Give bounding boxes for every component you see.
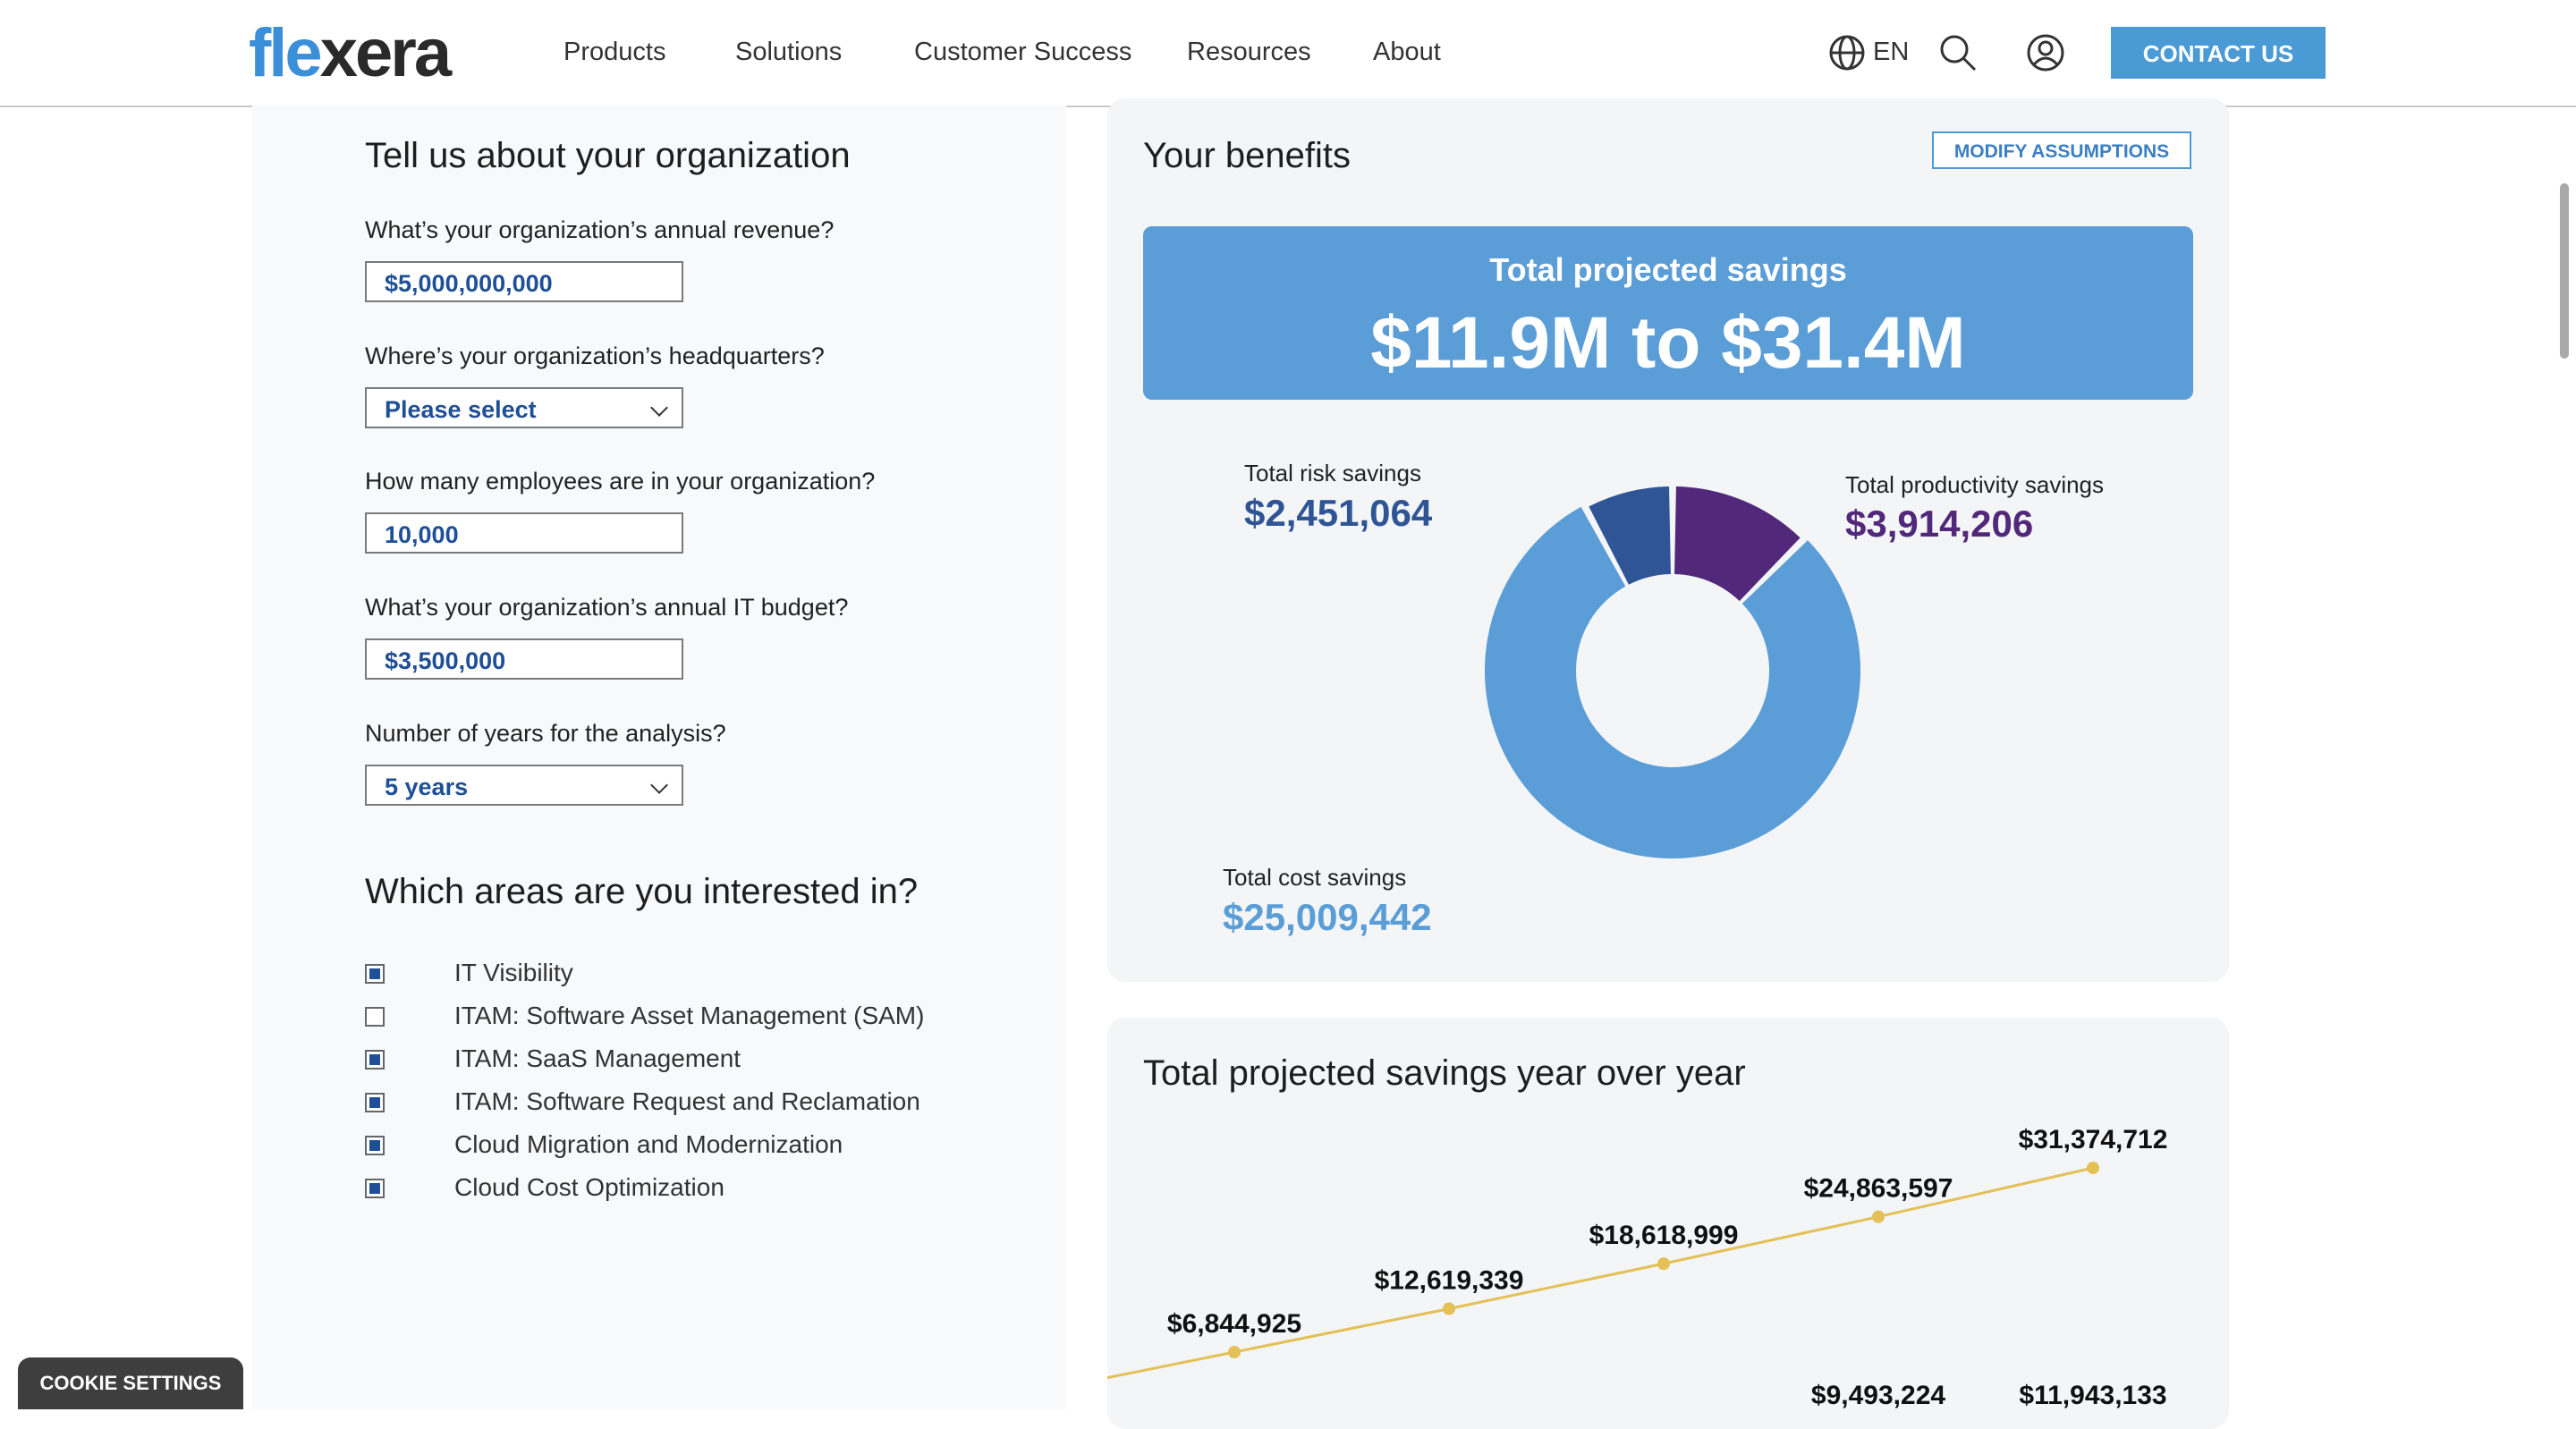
cost-slice: [1485, 506, 1860, 859]
savings-data-label: $24,863,597: [1804, 1174, 1953, 1204]
revenue-input[interactable]: $5,000,000,000: [365, 261, 683, 302]
cost-savings-label: Total cost savings: [1223, 864, 1407, 891]
area-checkbox[interactable]: [365, 1050, 385, 1070]
banner-label: Total projected savings: [1489, 251, 1847, 288]
language-label[interactable]: EN: [1873, 38, 1909, 67]
employees-question: How many employees are in your organizat…: [365, 468, 876, 495]
hq-question: Where’s your organization’s headquarters…: [365, 342, 825, 369]
site-header: flexera Products Solutions Customer Succ…: [0, 0, 2576, 107]
yoy-line-chart: $6,844,925 $12,619,339 $18,618,999 $24,863,…: [1107, 1125, 2168, 1409]
nav-products[interactable]: Products: [564, 38, 665, 67]
savings-data-label: $6,844,925: [1167, 1309, 1301, 1339]
nav-solutions[interactable]: Solutions: [735, 38, 842, 67]
area-label: ITAM: Software Request and Reclamation: [454, 1087, 920, 1115]
area-checkbox[interactable]: [365, 964, 385, 984]
lower-series-data-label: $9,493,224: [1811, 1381, 1945, 1409]
search-icon[interactable]: [1937, 32, 1979, 73]
nav-about[interactable]: About: [1373, 38, 1441, 67]
form-title: Tell us about your organization: [365, 136, 851, 175]
area-label: ITAM: SaaS Management: [454, 1044, 741, 1072]
risk-savings-label: Total risk savings: [1244, 460, 1421, 486]
cost-savings-value: $25,009,442: [1223, 896, 1432, 938]
area-checkbox[interactable]: [365, 1136, 385, 1155]
savings-point: [1872, 1210, 1885, 1223]
savings-point: [2087, 1162, 2099, 1174]
area-label: ITAM: Software Asset Management (SAM): [454, 1002, 925, 1029]
nav-customer-success[interactable]: Customer Success: [914, 38, 1131, 67]
nav-resources[interactable]: Resources: [1187, 38, 1311, 67]
area-label: Cloud Cost Optimization: [454, 1173, 724, 1201]
area-checkbox[interactable]: [365, 1093, 385, 1112]
it-budget-input[interactable]: $3,500,000: [365, 638, 683, 680]
hq-select[interactable]: Please select: [365, 387, 683, 428]
savings-data-label: $12,619,339: [1375, 1266, 1524, 1296]
area-label: IT Visibility: [454, 959, 573, 986]
risk-savings-value: $2,451,064: [1244, 492, 1433, 534]
revenue-question: What’s your organization’s annual revenu…: [365, 216, 835, 243]
employees-input[interactable]: 10,000: [365, 512, 683, 554]
it-budget-question: What’s your organization’s annual IT bud…: [365, 594, 849, 621]
globe-icon[interactable]: [1826, 32, 1868, 73]
banner-value: $11.9M to $31.4M: [1370, 302, 1966, 384]
savings-data-label: $18,618,999: [1589, 1221, 1739, 1250]
yoy-title: Total projected savings year over year: [1143, 1053, 1746, 1093]
benefits-title: Your benefits: [1143, 136, 1352, 175]
years-question: Number of years for the analysis?: [365, 720, 726, 747]
areas-title: Which areas are you interested in?: [365, 872, 919, 911]
years-select[interactable]: 5 years: [365, 765, 683, 806]
user-icon[interactable]: [2025, 32, 2066, 73]
total-savings-banner: Total projected savings $11.9M to $31.4M: [1143, 226, 2193, 400]
productivity-savings-label: Total productivity savings: [1845, 471, 2105, 498]
productivity-savings-value: $3,914,206: [1845, 503, 2034, 545]
page-scrollbar[interactable]: [2560, 183, 2569, 359]
flexera-logo[interactable]: flexera: [249, 14, 452, 92]
savings-point: [1657, 1257, 1670, 1271]
lower-series-data-label: $11,943,133: [2019, 1381, 2166, 1409]
savings-donut-chart: [1485, 486, 1860, 859]
savings-point: [1443, 1302, 1455, 1315]
cookie-settings-button[interactable]: COOKIE SETTINGS: [18, 1357, 243, 1409]
savings-data-label: $31,374,712: [2019, 1125, 2168, 1154]
chevron-down-icon: [650, 776, 668, 794]
savings-point: [1228, 1346, 1241, 1358]
contact-us-button[interactable]: CONTACT US: [2111, 27, 2326, 79]
chevron-down-icon: [650, 399, 668, 417]
area-checkbox[interactable]: [365, 1179, 385, 1198]
area-label: Cloud Migration and Modernization: [454, 1130, 843, 1158]
area-checkbox[interactable]: [365, 1007, 385, 1027]
modify-assumptions-button[interactable]: MODIFY ASSUMPTIONS: [1932, 131, 2191, 169]
